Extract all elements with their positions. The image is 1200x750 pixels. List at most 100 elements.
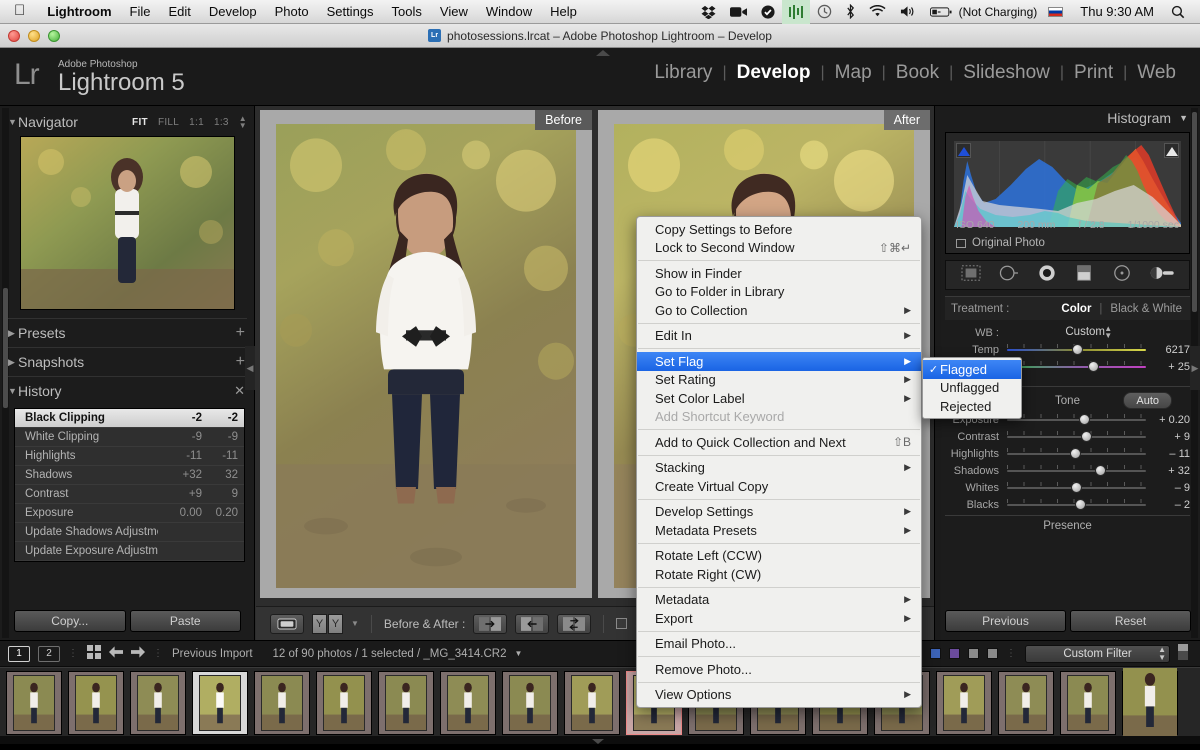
add-snapshot-icon[interactable]: + — [236, 354, 245, 370]
menu-item-create-virtual-copy[interactable]: Create Virtual Copy — [637, 477, 921, 496]
history-item[interactable]: Shadows +32 32 — [15, 466, 244, 485]
filmstrip-thumbnail[interactable] — [378, 671, 434, 735]
menubar-item-settings[interactable]: Settings — [318, 4, 383, 19]
menu-item-metadata-presets[interactable]: Metadata Presets ▶ — [637, 521, 921, 540]
navigator-preview[interactable] — [20, 136, 235, 310]
volume-icon[interactable] — [893, 5, 923, 18]
graduated-filter-icon[interactable] — [1073, 264, 1095, 287]
right-panel-collapse-arrow[interactable]: ▶ — [1190, 346, 1200, 390]
zoom-1-3[interactable]: 1:3 — [214, 117, 229, 128]
color-label-none[interactable] — [968, 648, 979, 659]
minimize-button[interactable] — [28, 30, 40, 42]
close-button[interactable] — [8, 30, 20, 42]
menu-item-rotate-right-cw[interactable]: Rotate Right (CW) — [637, 565, 921, 584]
video-camera-icon[interactable] — [723, 6, 754, 18]
dropbox-icon[interactable] — [694, 5, 723, 19]
color-label-blue[interactable] — [930, 648, 941, 659]
filmstrip-thumbnail[interactable] — [998, 671, 1054, 735]
copy-before-to-after-button[interactable] — [515, 614, 549, 634]
menu-item-stacking[interactable]: Stacking ▶ — [637, 459, 921, 478]
menu-item-go-to-collection[interactable]: Go to Collection ▶ — [637, 301, 921, 320]
menubar-item-window[interactable]: Window — [477, 4, 541, 19]
module-library[interactable]: Library — [644, 62, 722, 84]
sidebar-item-snapshots[interactable]: ▶ Snapshots + — [0, 348, 255, 376]
swap-before-after-button[interactable] — [557, 614, 591, 634]
menubar-item-tools[interactable]: Tools — [383, 4, 431, 19]
wifi-icon[interactable] — [862, 5, 893, 18]
treatment-color[interactable]: Color — [1061, 303, 1091, 315]
filmstrip-thumbnail[interactable] — [316, 671, 372, 735]
chevron-right-icon[interactable]: ▶ — [8, 357, 15, 368]
tint-slider[interactable] — [1007, 360, 1146, 374]
filmstrip-status-chevron-down-icon[interactable]: ▼ — [515, 649, 523, 658]
treatment-black-and-white[interactable]: Black & White — [1110, 303, 1182, 315]
menu-item-view-options[interactable]: View Options ▶ — [637, 686, 921, 705]
bluetooth-icon[interactable] — [839, 4, 862, 19]
chevron-down-icon[interactable]: ▼ — [1179, 113, 1188, 123]
filmstrip-thumbnail[interactable] — [936, 671, 992, 735]
crop-overlay-icon[interactable] — [960, 264, 982, 287]
menu-item-set-rating[interactable]: Set Rating ▶ — [637, 371, 921, 390]
second-window-button[interactable]: 2 — [38, 646, 60, 662]
menu-item-show-in-finder[interactable]: Show in Finder — [637, 264, 921, 283]
copy-after-to-before-button[interactable] — [473, 614, 507, 634]
module-book[interactable]: Book — [886, 62, 949, 84]
menu-item-copy-settings-to-before[interactable]: Copy Settings to Before — [637, 220, 921, 239]
menu-item-set-color-label[interactable]: Set Color Label ▶ — [637, 389, 921, 408]
equalizer-icon[interactable] — [782, 0, 810, 24]
go-back-icon[interactable] — [109, 646, 123, 661]
time-machine-icon[interactable] — [810, 4, 839, 19]
menu-item-export[interactable]: Export ▶ — [637, 609, 921, 628]
chevron-right-icon[interactable]: ▶ — [8, 328, 15, 339]
highlight-clipping-indicator[interactable] — [1164, 143, 1179, 158]
zoom-stepper-icon[interactable]: ▲▼ — [239, 115, 247, 129]
exposure-slider[interactable] — [1007, 413, 1146, 427]
radial-filter-icon[interactable] — [1111, 264, 1133, 287]
menu-item-email-photo[interactable]: Email Photo... — [637, 635, 921, 654]
zoom-fit[interactable]: FIT — [132, 117, 148, 128]
sidebar-item-presets[interactable]: ▶ Presets + — [0, 319, 255, 347]
top-panel-toggle-arrow[interactable] — [596, 50, 610, 56]
before-photo[interactable] — [276, 124, 576, 588]
check-shield-icon[interactable] — [754, 5, 782, 19]
submenu-item-rejected[interactable]: Rejected — [923, 397, 1021, 416]
filmstrip-thumbnail[interactable] — [192, 671, 248, 735]
add-preset-icon[interactable]: + — [236, 325, 245, 341]
history-item[interactable]: Highlights -11 -11 — [15, 447, 244, 466]
adjustment-brush-icon[interactable] — [1149, 264, 1175, 287]
loupe-view-icon[interactable] — [270, 614, 304, 634]
highlights-slider[interactable] — [1007, 447, 1146, 461]
menu-item-lock-to-second-window[interactable]: Lock to Second Window ⇧⌘↵ — [637, 239, 921, 258]
russian-flag-icon[interactable] — [1041, 7, 1070, 17]
before-after-mode-toggle[interactable]: Y Y — [312, 614, 343, 634]
history-item[interactable]: White Clipping -9 -9 — [15, 428, 244, 447]
filmstrip-thumbnail[interactable] — [440, 671, 496, 735]
shadows-slider[interactable] — [1007, 464, 1146, 478]
submenu-item-flagged[interactable]: ✓ Flagged — [923, 360, 1021, 379]
filter-preset-dropdown[interactable]: Custom Filter ▲▼ — [1025, 645, 1170, 663]
color-label-custom[interactable] — [987, 648, 998, 659]
copy-button[interactable]: Copy... — [14, 610, 126, 632]
reset-button[interactable]: Reset — [1070, 610, 1191, 632]
menubar-item-edit[interactable]: Edit — [159, 4, 199, 19]
before-after-y-left[interactable]: Y — [312, 614, 327, 634]
module-map[interactable]: Map — [825, 62, 882, 84]
zoom-fill[interactable]: FILL — [158, 117, 179, 128]
whites-slider[interactable] — [1007, 481, 1146, 495]
menu-item-metadata[interactable]: Metadata ▶ — [637, 591, 921, 610]
filmstrip-thumbnail[interactable] — [68, 671, 124, 735]
filmstrip-thumbnail[interactable] — [130, 671, 186, 735]
filmstrip-thumbnail[interactable] — [6, 671, 62, 735]
color-label-purple[interactable] — [949, 648, 960, 659]
history-item[interactable]: Contrast +9 9 — [15, 485, 244, 504]
zoom-1-1[interactable]: 1:1 — [189, 117, 204, 128]
red-eye-icon[interactable] — [1036, 264, 1058, 287]
filmstrip-thumbnail[interactable] — [254, 671, 310, 735]
apple-logo-icon[interactable]:  — [0, 3, 38, 18]
go-forward-icon[interactable] — [131, 646, 145, 661]
menu-item-remove-photo[interactable]: Remove Photo... — [637, 660, 921, 679]
menu-item-add-to-quick-collection-and-next[interactable]: Add to Quick Collection and Next ⇧B — [637, 433, 921, 452]
filmstrip-toggle-icon[interactable] — [1178, 644, 1188, 663]
paste-button[interactable]: Paste — [130, 610, 242, 632]
menubar-item-photo[interactable]: Photo — [266, 4, 318, 19]
